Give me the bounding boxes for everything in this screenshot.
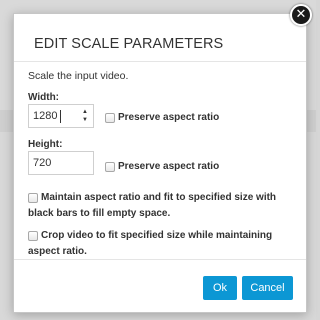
width-preserve-aspect-label[interactable]: Preserve aspect ratio [118,110,219,126]
dialog-footer: Ok Cancel [14,259,306,312]
width-spinner: ▲ ▼ [80,108,90,124]
cancel-button[interactable]: Cancel [242,276,293,300]
fit-black-bars-label[interactable]: Maintain aspect ratio and fit to specifi… [28,190,290,222]
height-label: Height: [28,139,63,150]
width-preserve-aspect-checkbox[interactable] [105,113,115,123]
crop-label[interactable]: Crop video to fit specified size while m… [28,228,290,260]
chevron-down-icon[interactable]: ▼ [80,116,90,124]
ok-button[interactable]: Ok [203,276,237,300]
width-value: 1280 [33,110,58,122]
height-value: 720 [33,157,52,169]
height-preserve-aspect-checkbox[interactable] [105,162,115,172]
height-preserve-aspect-label[interactable]: Preserve aspect ratio [118,159,219,175]
height-input[interactable]: 720 [28,151,94,175]
edit-scale-dialog: EDIT SCALE PARAMETERS Scale the input vi… [13,13,307,313]
chevron-up-icon[interactable]: ▲ [80,108,90,116]
close-icon: ✕ [295,7,307,22]
dialog-description: Scale the input video. [28,70,129,82]
close-button[interactable]: ✕ [290,4,312,26]
dialog-title: EDIT SCALE PARAMETERS [34,36,224,52]
width-input[interactable]: 1280 ▲ ▼ [28,104,94,128]
dialog-header: EDIT SCALE PARAMETERS [14,14,306,62]
width-label: Width: [28,92,60,103]
text-caret [60,110,61,123]
